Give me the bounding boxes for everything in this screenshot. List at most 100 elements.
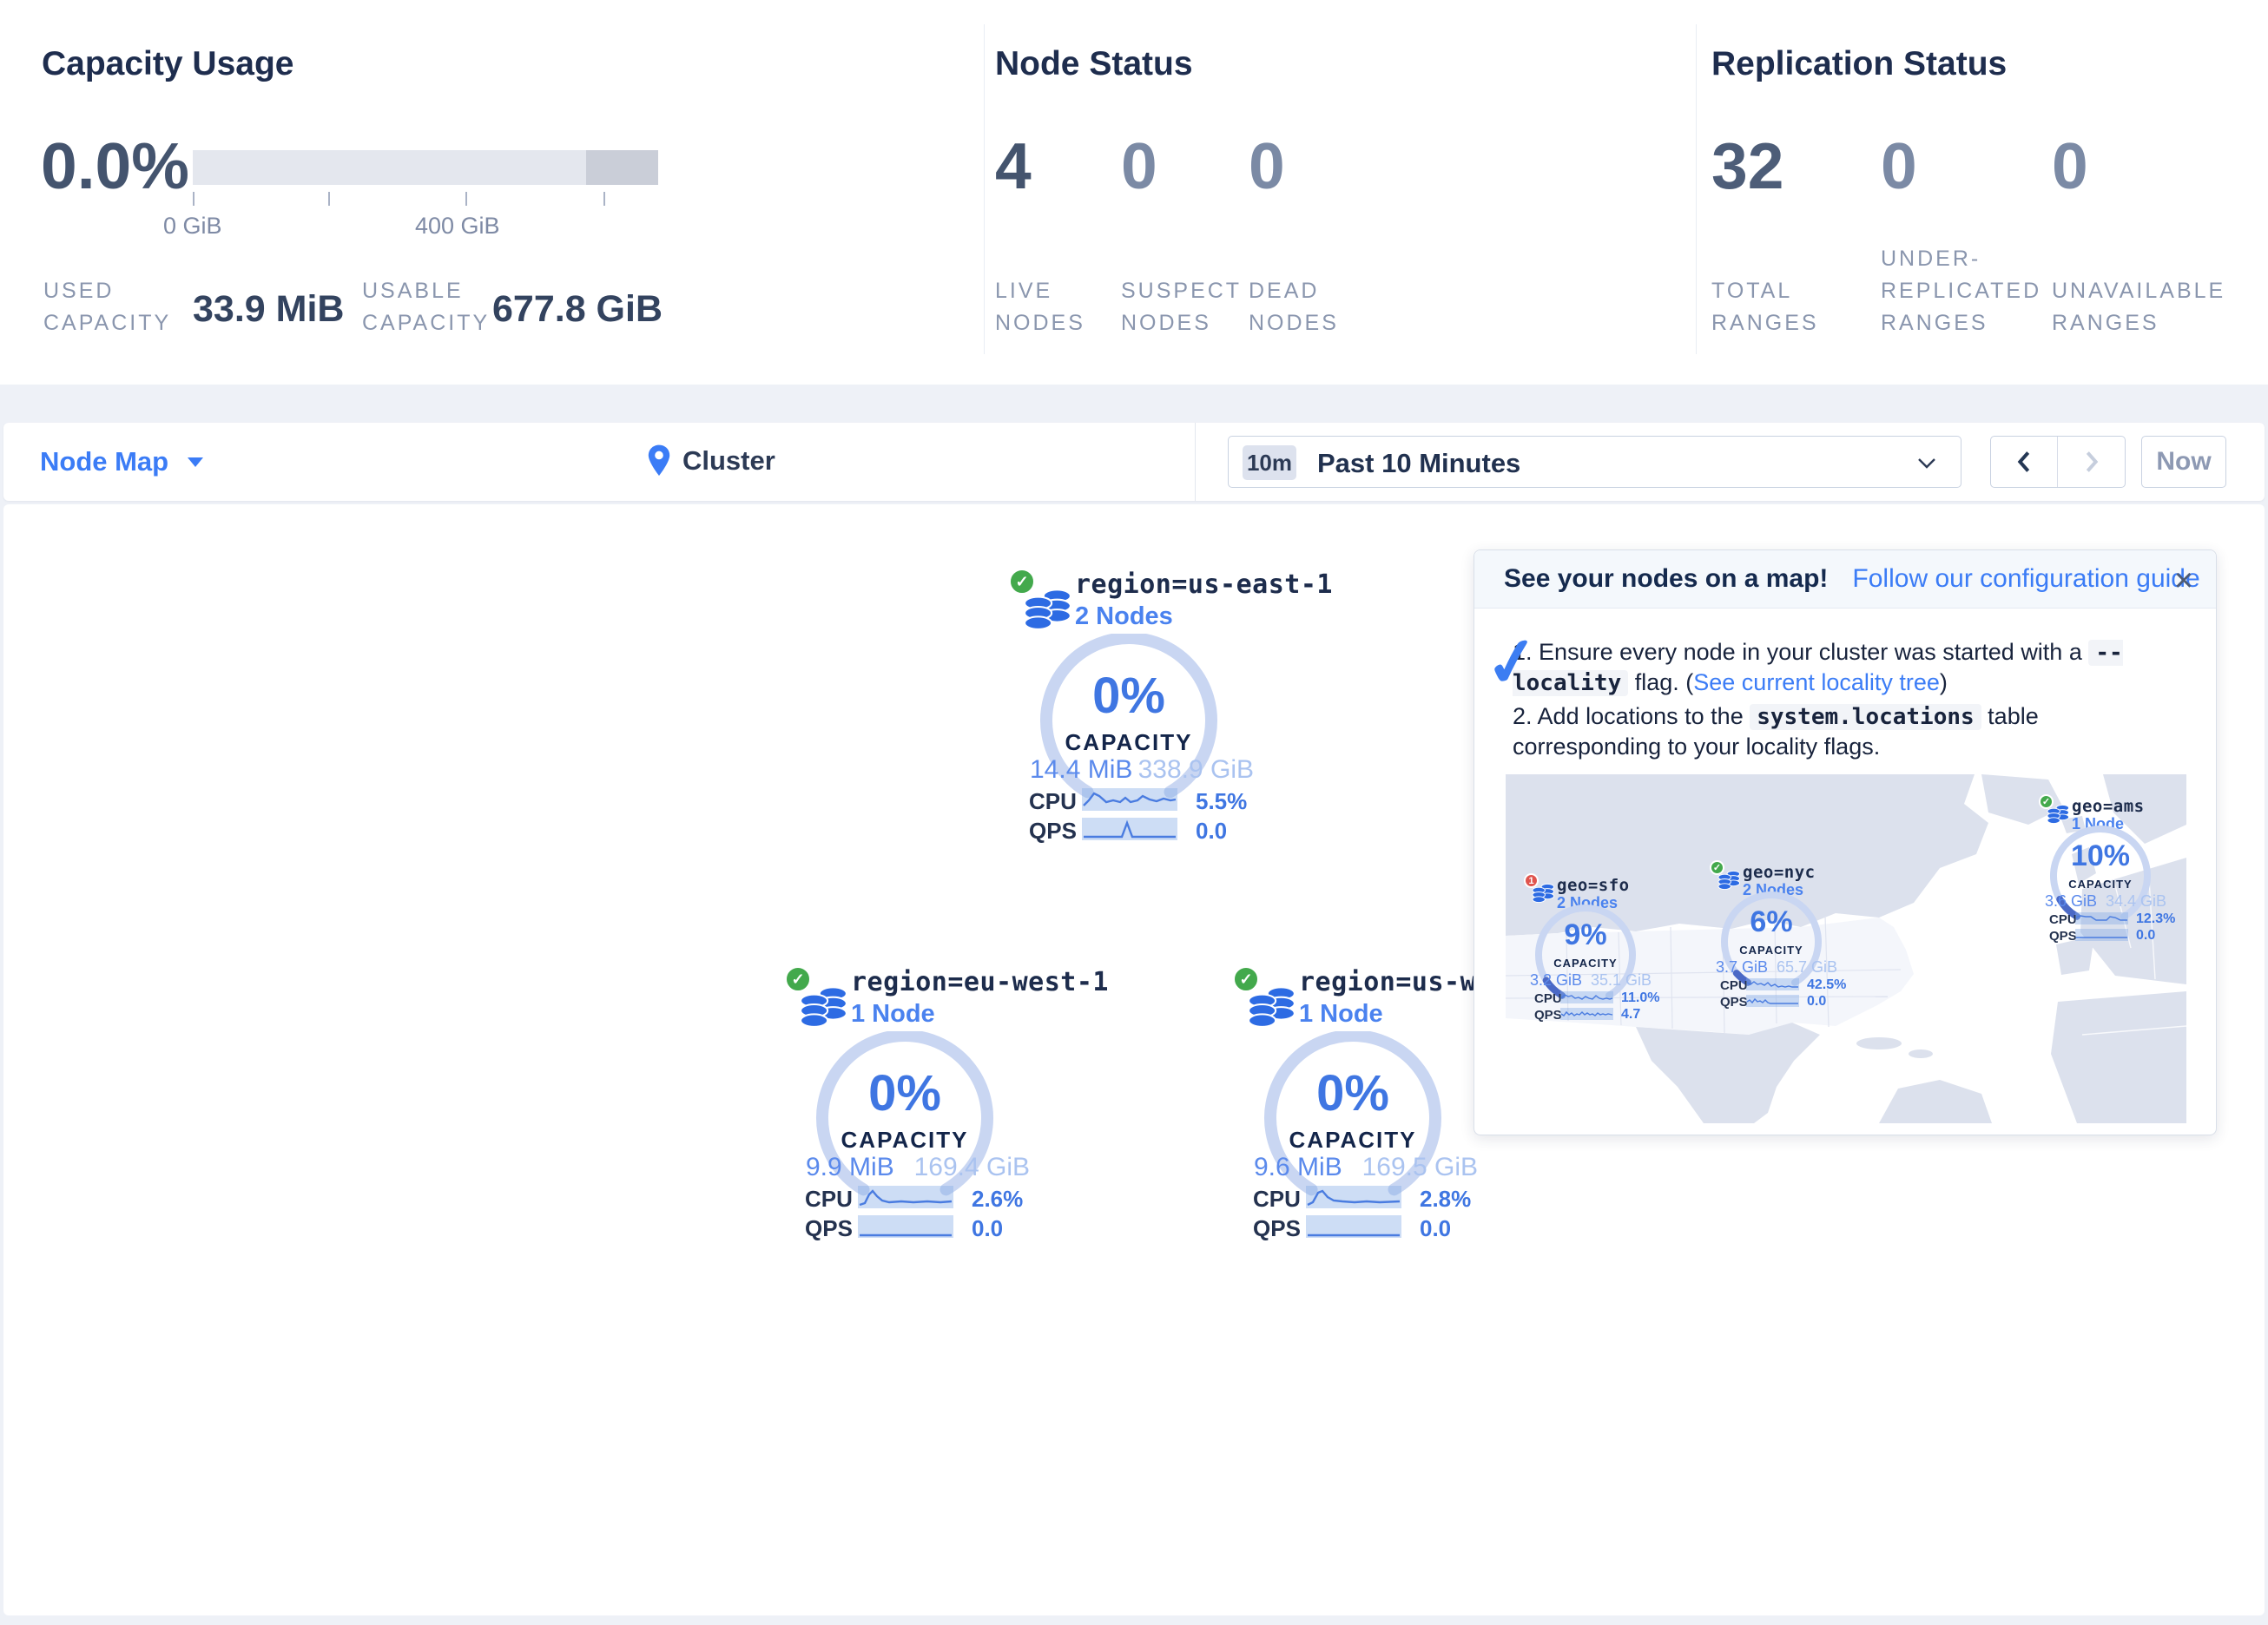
capacity-used: 3.7 GiB bbox=[1716, 958, 1768, 977]
healthy-badge-icon: ✓ bbox=[2039, 794, 2054, 809]
region-node-count: 1 Node bbox=[851, 1000, 935, 1029]
capacity-used: 9.6 MiB bbox=[1254, 1153, 1342, 1182]
qps-sparkline bbox=[1746, 995, 1799, 1007]
map-region-geo-nyc[interactable]: ✓ geo=nyc 2 Nodes 6% CAPACITY 3.7 GiB 65… bbox=[1710, 860, 1883, 1025]
tick bbox=[465, 192, 467, 206]
locality-tree-link[interactable]: See current locality tree bbox=[1693, 669, 1940, 695]
capacity-total: 65.7 GiB bbox=[1777, 958, 1837, 977]
capacity-percent: 6% bbox=[1715, 905, 1828, 939]
nodes-on-map-popup: See your nodes on a map! Follow our conf… bbox=[1474, 549, 2217, 1135]
cpu-label: CPU bbox=[2049, 912, 2077, 927]
region-node-count: 1 Node bbox=[1299, 1000, 1383, 1029]
cpu-label: CPU bbox=[805, 1186, 853, 1213]
capacity-total: 35.1 GiB bbox=[1591, 971, 1652, 990]
qps-label: QPS bbox=[1720, 995, 1748, 1010]
time-range-dropdown[interactable]: 10m Past 10 Minutes bbox=[1228, 436, 1961, 488]
setup-step-1: 1. Ensure every node in your cluster was… bbox=[1513, 637, 2183, 698]
view-selector-dropdown[interactable]: Node Map bbox=[40, 446, 203, 477]
qps-sparkline bbox=[1082, 818, 1177, 840]
cpu-value: 11.0% bbox=[1621, 990, 1659, 1006]
capacity-total: 169.5 GiB bbox=[1362, 1153, 1478, 1182]
tick bbox=[328, 192, 330, 206]
capacity-label: CAPACITY bbox=[809, 1127, 1000, 1154]
step-number: 2. bbox=[1513, 703, 1533, 729]
cpu-value: 5.5% bbox=[1196, 788, 1247, 815]
world-map-preview: 1 geo=sfo 2 Nodes 9% CAPACITY 3.2 GiB 35… bbox=[1506, 774, 2186, 1123]
step-text: Ensure every node in your cluster was st… bbox=[1539, 639, 2088, 665]
qps-sparkline bbox=[2075, 929, 2128, 941]
map-region-geo-ams[interactable]: ✓ geo=ams 1 Node 10% CAPACITY 3.6 GiB 34… bbox=[2039, 794, 2186, 959]
capacity-label: CAPACITY bbox=[1529, 957, 1642, 970]
time-range-badge: 10m bbox=[1243, 445, 1296, 480]
chevron-down-icon bbox=[1917, 457, 1936, 469]
cpu-label: CPU bbox=[1534, 991, 1562, 1006]
cpu-value: 2.6% bbox=[972, 1186, 1023, 1213]
capacity-used: 14.4 MiB bbox=[1030, 755, 1132, 785]
now-button-label: Now bbox=[2156, 447, 2211, 477]
popup-title: See your nodes on a map! bbox=[1504, 564, 1828, 594]
under-replicated-label: UNDER-REPLICATED RANGES bbox=[1881, 243, 2054, 339]
qps-label: QPS bbox=[2049, 929, 2077, 944]
region-name: geo=sfo bbox=[1557, 876, 1630, 895]
time-back-button[interactable] bbox=[1991, 437, 2058, 487]
cpu-sparkline bbox=[1306, 1186, 1401, 1208]
time-forward-button[interactable] bbox=[2058, 437, 2125, 487]
cpu-sparkline bbox=[2075, 912, 2128, 924]
region-name: geo=nyc bbox=[1743, 863, 1816, 882]
tick-label-0: 0 GiB bbox=[163, 213, 222, 240]
dead-nodes-label: DEAD NODES bbox=[1249, 275, 1361, 339]
tick bbox=[603, 192, 605, 206]
close-icon[interactable]: × bbox=[2174, 562, 2193, 600]
capacity-total: 34.4 GiB bbox=[2106, 892, 2166, 911]
chevron-down-icon bbox=[188, 457, 203, 467]
capacity-used: 9.9 MiB bbox=[806, 1153, 894, 1182]
healthy-badge-icon: ✓ bbox=[1233, 966, 1259, 992]
cpu-sparkline bbox=[1746, 978, 1799, 990]
usable-capacity-value: 677.8 GiB bbox=[492, 288, 663, 331]
configuration-guide-link[interactable]: Follow our configuration guide bbox=[1852, 564, 2199, 594]
stats-bar: Capacity Usage 0.0% 0 GiB 400 GiB USED C… bbox=[0, 0, 2268, 385]
unavailable-count: 0 bbox=[2052, 128, 2088, 203]
under-replicated-count: 0 bbox=[1881, 128, 1917, 203]
capacity-label: CAPACITY bbox=[1033, 729, 1224, 756]
qps-sparkline bbox=[858, 1215, 953, 1238]
cpu-sparkline bbox=[1082, 788, 1177, 811]
healthy-badge-icon: ✓ bbox=[1710, 860, 1724, 875]
capacity-label: CAPACITY bbox=[1257, 1127, 1448, 1154]
capacity-used: 3.6 GiB bbox=[2045, 892, 2097, 911]
replication-status-title: Replication Status bbox=[1711, 45, 2007, 83]
cpu-value: 2.8% bbox=[1420, 1186, 1471, 1213]
capacity-usage-title: Capacity Usage bbox=[42, 45, 293, 83]
qps-value: 4.7 bbox=[1621, 1007, 1640, 1023]
used-capacity-label: USED CAPACITY bbox=[43, 275, 187, 339]
popup-header: See your nodes on a map! Follow our conf… bbox=[1474, 550, 2216, 609]
toolbar: Node Map Cluster 10m Past 10 Minutes Now bbox=[3, 423, 2265, 501]
step-text: ) bbox=[1940, 669, 1948, 695]
divider bbox=[984, 24, 985, 354]
cpu-sparkline bbox=[1560, 991, 1613, 1003]
qps-label: QPS bbox=[805, 1215, 853, 1242]
breadcrumb[interactable]: Cluster bbox=[644, 442, 775, 480]
qps-label: QPS bbox=[1253, 1215, 1301, 1242]
capacity-percent: 0% bbox=[809, 1064, 1000, 1122]
region-group-eu-west-1[interactable]: ✓ region=eu-west-1 1 Node 0% CAPACITY 9.… bbox=[785, 960, 1184, 1247]
qps-value: 0.0 bbox=[1807, 994, 1826, 1010]
qps-sparkline bbox=[1560, 1008, 1613, 1020]
cpu-value: 12.3% bbox=[2136, 911, 2175, 927]
capacity-bar-reserved bbox=[586, 150, 658, 185]
qps-value: 0.0 bbox=[2136, 928, 2155, 944]
qps-value: 0.0 bbox=[972, 1215, 1003, 1242]
map-region-geo-sfo[interactable]: 1 geo=sfo 2 Nodes 9% CAPACITY 3.2 GiB 35… bbox=[1524, 873, 1698, 1038]
suspect-nodes-count: 0 bbox=[1121, 128, 1157, 203]
suspect-nodes-label: SUSPECT NODES bbox=[1121, 275, 1238, 339]
code-chip: system.locations bbox=[1750, 704, 1981, 730]
node-status-title: Node Status bbox=[995, 45, 1193, 83]
capacity-percent: 0% bbox=[1033, 667, 1224, 725]
chevron-right-icon bbox=[2084, 450, 2100, 474]
live-nodes-label: LIVE NODES bbox=[995, 275, 1108, 339]
region-group-us-east-1[interactable]: ✓ region=us-east-1 2 Nodes 0% CAPACITY 1… bbox=[1009, 562, 1408, 849]
capacity-percent: 9% bbox=[1529, 918, 1642, 952]
checkmark-icon: ✓ bbox=[1480, 620, 1545, 704]
now-button[interactable]: Now bbox=[2141, 436, 2226, 488]
region-node-count: 2 Nodes bbox=[1075, 602, 1173, 631]
